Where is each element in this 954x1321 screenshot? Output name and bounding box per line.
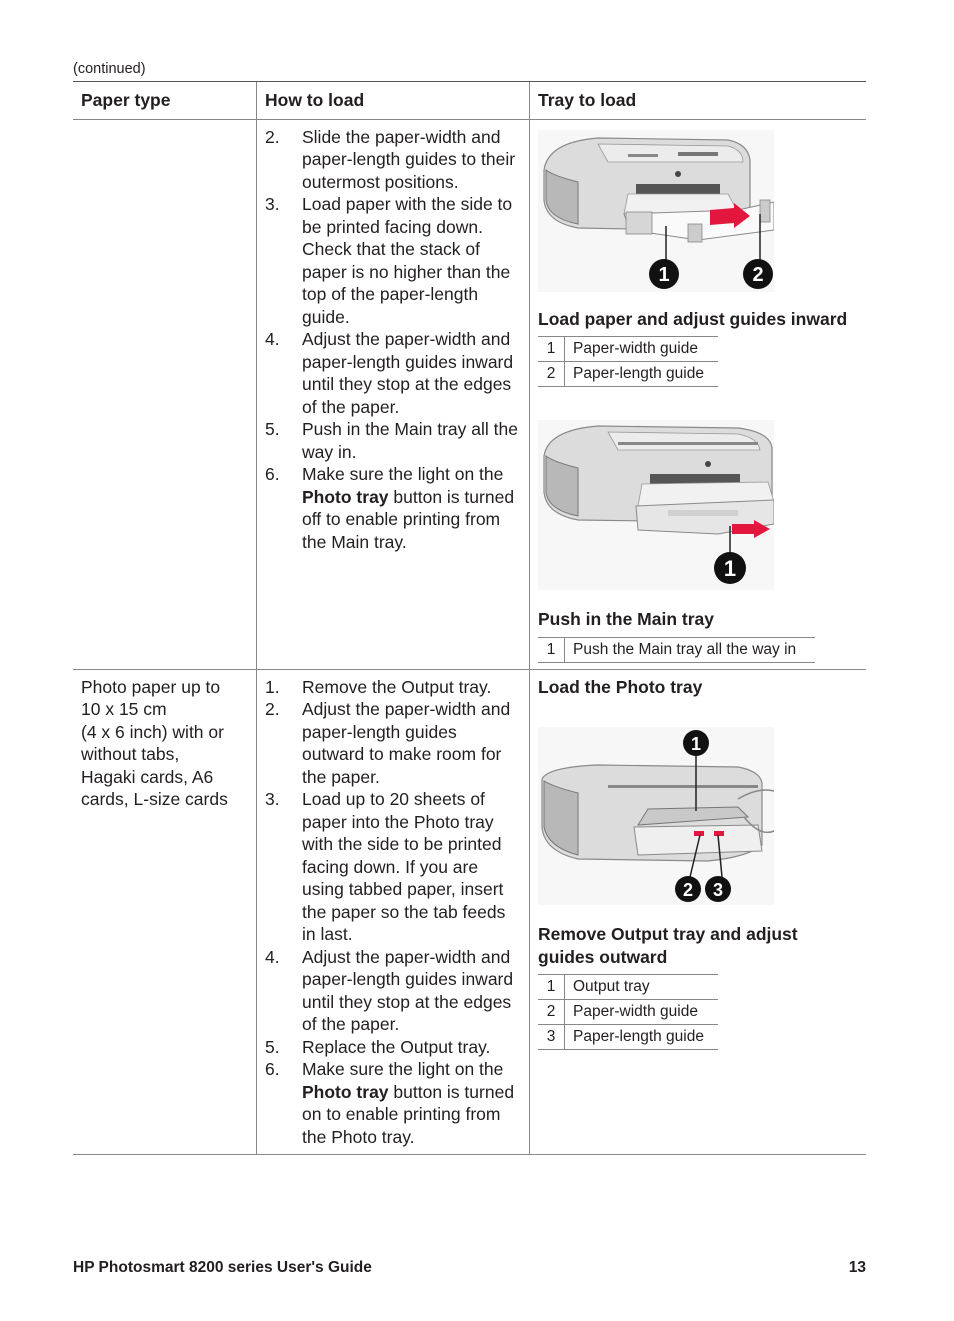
step-text-pre: Make sure the light on the [302,464,504,484]
legend-row: 2 Paper-length guide [538,361,718,387]
table-row: Photo paper up to 10 x 15 cm (4 x 6 inch… [73,669,866,1155]
step-text: Load up to 20 sheets of paper into the P… [302,789,506,944]
figure-caption: Load paper and adjust guides inward [538,308,848,329]
paper-type-line: (4 x 6 inch) with or [81,721,224,742]
legend-row: 1 Output tray [538,974,718,1000]
legend-label: Push the Main tray all the way in [564,636,815,663]
step-number: 6. [265,1059,280,1079]
paper-type-line: cards, L-size cards [81,789,228,809]
step-item: 4. Adjust the paper-width and paper-lengt… [265,946,521,1036]
legend-row: 2 Paper-width guide [538,999,718,1025]
step-item: 2. Slide the paper-width and paper-length… [265,126,521,194]
step-text: Adjust the paper-width and paper-length … [302,699,511,787]
legend-number: 1 [538,974,565,1000]
step-item: 5. Replace the Output tray. [265,1036,521,1059]
legend-row: 1 Push the Main tray all the way in [538,636,815,663]
printer-illustration-svg: 1 [538,420,774,590]
svg-text:1: 1 [658,264,669,286]
paper-type-line: Photo paper up to [81,676,221,697]
paper-type-line: Hagaki cards, A6 [81,766,214,787]
step-text: Push in the Main tray all the way in. [302,419,518,462]
page-number: 13 [848,1259,866,1276]
table-header-row: Paper type How to load Tray to load [73,81,866,120]
step-text-pre: Make sure the light on the [302,1059,504,1079]
legend-label: Paper-length guide [564,361,718,387]
legend-number: 1 [538,336,565,362]
figure-caption: Push in the Main tray [538,609,714,629]
tray-heading: Load the Photo tray [538,676,703,697]
photo-tray-button-name: Photo tray [302,1081,389,1102]
printer-illustration-svg: 1 2 [538,129,774,292]
continued-label: (continued) [73,61,146,77]
step-number: 5. [265,419,280,439]
step-item: 6. Make sure the light on the Photo tray … [265,463,521,553]
steps-list: 2. Slide the paper-width and paper-length… [265,126,521,554]
svg-text:3: 3 [713,880,723,900]
figure-legend: 1 Push the Main tray all the way in [538,636,815,663]
step-text: Adjust the paper-width and paper-length … [302,946,514,1035]
legend-label: Paper-width guide [564,999,718,1025]
step-item: 2. Adjust the paper-width and paper-lengt… [265,698,521,788]
step-text: Remove the Output tray. [302,676,492,697]
legend-number: 2 [538,361,565,387]
figure-legend: 1 Output tray 2 Paper-width guide 3 Paper-l… [538,974,718,1050]
printer-push-main-tray-illustration: 1 [538,420,774,590]
legend-label: Paper-length guide [564,1024,718,1050]
step-item: 4. Adjust the paper-width and paper-lengt… [265,328,521,418]
legend-row: 3 Paper-length guide [538,1024,718,1050]
step-item: 5. Push in the Main tray all the way in. [265,418,521,463]
legend-number: 3 [538,1024,565,1050]
step-number: 3. [265,194,280,214]
legend-row: 1 Paper-width guide [538,336,718,362]
step-number: 3. [265,789,280,809]
svg-text:2: 2 [683,880,693,900]
step-number: 6. [265,464,280,484]
header-how-to-load: How to load [256,81,530,120]
svg-text:1: 1 [691,734,701,754]
legend-number: 2 [538,999,565,1025]
printer-illustration-svg: 1 2 3 [538,727,774,905]
tray-to-load-cell: 1 2 Load paper and adjust guides inward … [529,119,866,670]
figure-legend: 1 Paper-width guide 2 Paper-length guide [538,336,718,387]
header-paper-type: Paper type [73,81,257,120]
svg-text:1: 1 [724,556,736,581]
step-text: Make sure the light on the Photo tray bu… [302,1058,521,1148]
table-row: 2. Slide the paper-width and paper-length… [73,119,866,670]
step-number: 2. [265,126,280,147]
step-number: 4. [265,329,280,349]
step-number: 5. [265,1036,280,1057]
photo-tray-button-name: Photo tray [302,486,389,507]
steps-list: 1. Remove the Output tray. 2. Adjust the p… [265,676,521,1149]
paper-type-line: without tabs, [81,744,180,764]
step-text: Slide the paper-width and paper-length g… [302,126,516,192]
step-item: 3. Load paper with the side to be printed… [265,193,521,328]
step-text: Adjust the paper-width and paper-length … [302,329,514,417]
header-tray-to-load: Tray to load [529,81,866,120]
paper-loading-table: Paper type How to load Tray to load 2. Sl… [73,81,866,1155]
step-text: Load paper with the side to be printed f… [302,194,513,327]
step-text: Replace the Output tray. [302,1036,491,1057]
step-number: 1. [265,676,280,697]
svg-text:2: 2 [752,264,763,286]
paper-type-cell [73,119,257,670]
step-item: 6. Make sure the light on the Photo tray … [265,1058,521,1148]
paper-type-cell: Photo paper up to 10 x 15 cm (4 x 6 inch… [73,669,257,1155]
printer-photo-tray-illustration: 1 2 3 [538,727,774,905]
legend-label: Output tray [564,974,718,1000]
step-number: 2. [265,699,280,719]
step-number: 4. [265,946,280,967]
step-item: 3. Load up to 20 sheets of paper into the… [265,788,521,946]
legend-label: Paper-width guide [564,336,718,362]
figure-caption: Remove Output tray and adjust guides out… [538,924,798,967]
paper-type-line: 10 x 15 cm [81,699,167,719]
tray-to-load-cell: Load the Photo tray 1 2 3 Remove Output … [529,669,866,1155]
how-to-load-cell: 2. Slide the paper-width and paper-length… [256,119,530,670]
legend-number: 1 [538,636,565,663]
how-to-load-cell: 1. Remove the Output tray. 2. Adjust the p… [256,669,530,1155]
step-text: Make sure the light on the Photo tray bu… [302,463,521,553]
footer-guide-title: HP Photosmart 8200 series User's Guide [73,1259,372,1276]
printer-main-tray-load-illustration: 1 2 [538,129,774,292]
step-item: 1. Remove the Output tray. [265,676,521,699]
